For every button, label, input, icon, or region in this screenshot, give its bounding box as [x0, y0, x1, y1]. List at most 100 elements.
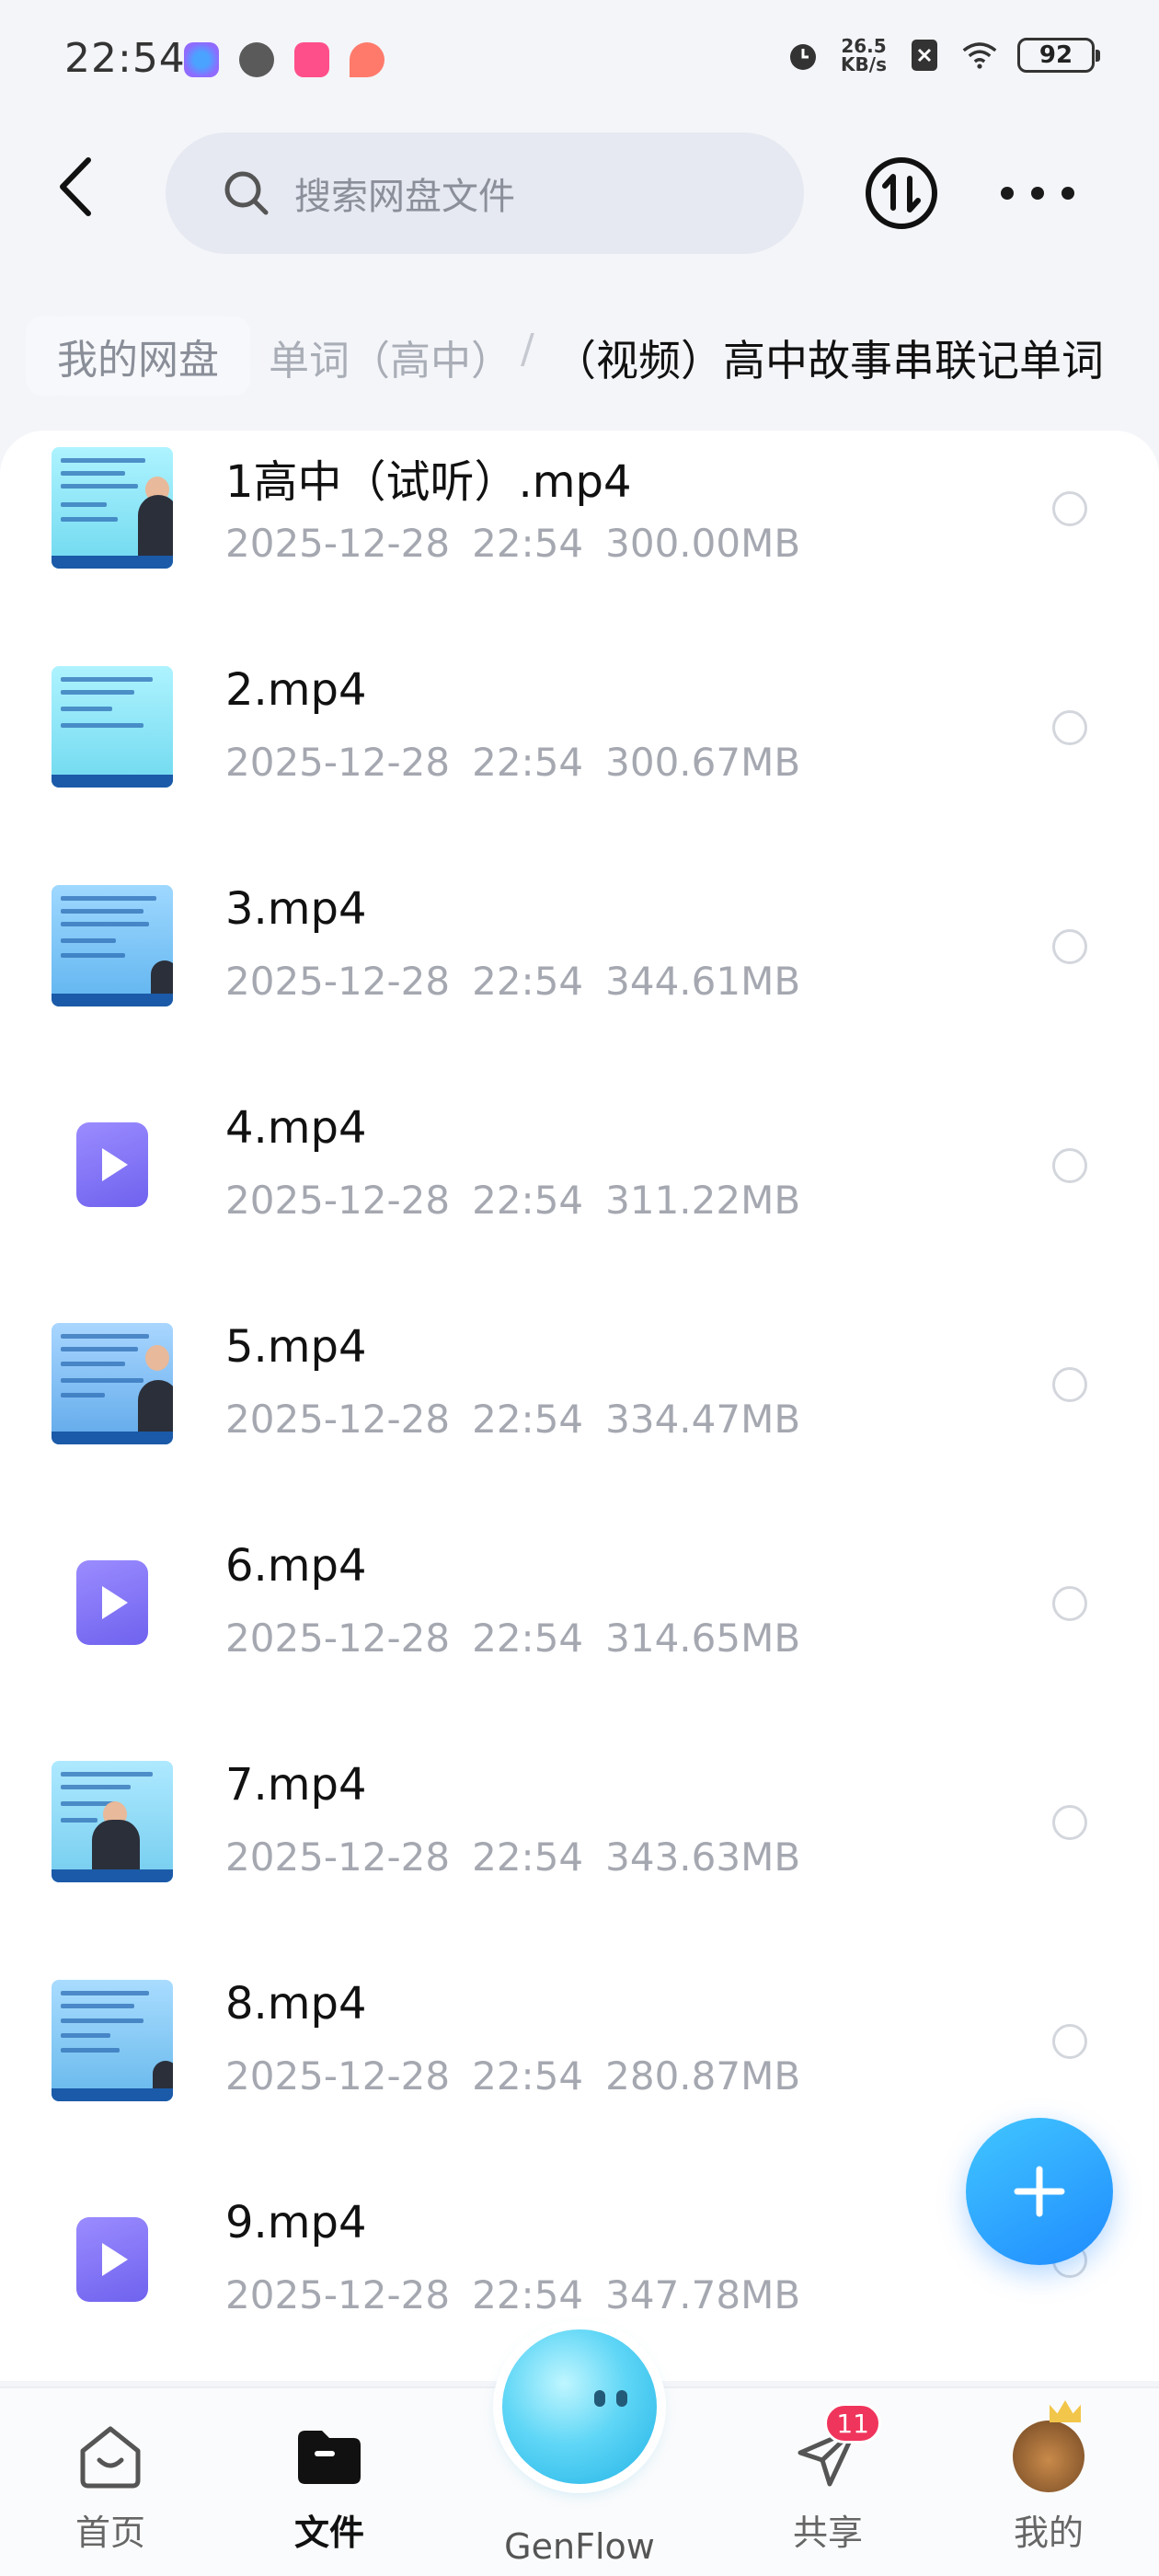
video-thumbnail [52, 447, 173, 569]
paper-plane-icon: 11 [791, 2403, 881, 2493]
video-thumbnail [52, 1980, 173, 2101]
select-checkbox[interactable] [1052, 710, 1087, 745]
top-bar: 搜索网盘文件 [0, 129, 1159, 258]
file-name: 5.mp4 [225, 1321, 367, 1373]
play-icon [102, 2243, 128, 2276]
bottom-nav: 首页 文件 GenFlow 11 共享 我的 [0, 2329, 1159, 2576]
file-time: 22:54 [472, 740, 584, 785]
file-meta: 2025-12-28 22:54 344.61MB [225, 959, 822, 1004]
file-name: 2.mp4 [225, 664, 367, 716]
home-icon [74, 2420, 147, 2493]
video-thumbnail [52, 885, 173, 1006]
nav-home-label: 首页 [75, 2513, 145, 2553]
nav-share[interactable]: 11 共享 [745, 2403, 911, 2555]
file-row[interactable]: 1高中（试听）.mp4 2025-12-28 22:54 300.00MB [0, 438, 1159, 657]
transfer-button[interactable] [863, 155, 940, 232]
file-meta: 2025-12-28 22:54 300.00MB [225, 521, 822, 566]
app-notification-icon [294, 42, 329, 77]
file-row[interactable]: 2.mp4 2025-12-28 22:54 300.67MB [0, 657, 1159, 876]
breadcrumb-root[interactable]: 我的网盘 [26, 316, 250, 396]
battery-level: 92 [1039, 41, 1073, 69]
video-thumbnail [52, 1323, 173, 1444]
file-name: 9.mp4 [225, 2197, 367, 2248]
share-badge: 11 [824, 2403, 881, 2444]
nav-files-label: 文件 [293, 2513, 364, 2553]
file-size: 300.67MB [605, 740, 801, 785]
file-size: 347.78MB [605, 2272, 801, 2317]
file-time: 22:54 [472, 959, 584, 1004]
file-name: 3.mp4 [225, 883, 367, 935]
back-button[interactable] [44, 155, 109, 219]
file-date: 2025-12-28 [225, 2053, 451, 2099]
more-options-button[interactable] [1001, 175, 1074, 212]
file-name: 4.mp4 [225, 1102, 367, 1154]
search-input[interactable]: 搜索网盘文件 [166, 132, 804, 254]
file-row[interactable]: 7.mp4 2025-12-28 22:54 343.63MB [0, 1752, 1159, 1971]
file-size: 311.22MB [605, 1178, 801, 1223]
net-speed-value: 26.5 [841, 35, 887, 57]
more-dot [1061, 187, 1074, 200]
play-icon [102, 1148, 128, 1181]
file-date: 2025-12-28 [225, 1178, 451, 1223]
orb-eye [616, 2390, 627, 2407]
alarm-icon [786, 38, 820, 73]
nav-home[interactable]: 首页 [28, 2420, 193, 2555]
video-thumbnail [52, 666, 173, 788]
file-size: 344.61MB [605, 959, 801, 1004]
network-speed: 26.5 KB/s [841, 37, 887, 74]
file-row[interactable]: 3.mp4 2025-12-28 22:54 344.61MB [0, 876, 1159, 1095]
select-checkbox[interactable] [1052, 929, 1087, 964]
map-pin-icon [350, 42, 384, 77]
file-size: 280.87MB [605, 2053, 801, 2099]
select-checkbox[interactable] [1052, 1367, 1087, 1402]
file-meta: 2025-12-28 22:54 334.47MB [225, 1397, 822, 1442]
crown-icon [1050, 2400, 1081, 2422]
file-meta: 2025-12-28 22:54 300.67MB [225, 740, 822, 785]
orb-eye [594, 2390, 605, 2407]
play-icon [102, 1586, 128, 1619]
folder-icon [293, 2420, 366, 2493]
status-time: 22:54 [64, 35, 186, 82]
file-date: 2025-12-28 [225, 2272, 451, 2317]
file-size: 334.47MB [605, 1397, 801, 1442]
status-bar: 22:54 26.5 KB/s 92 [0, 0, 1159, 120]
breadcrumb-parent[interactable]: 单词（高中） [269, 328, 511, 386]
file-list: 1高中（试听）.mp4 2025-12-28 22:54 300.00MB 2.mp… [0, 431, 1159, 2381]
file-name: 8.mp4 [225, 1978, 367, 2030]
file-row[interactable]: 4.mp4 2025-12-28 22:54 311.22MB [0, 1095, 1159, 1314]
nav-genflow-label[interactable]: GenFlow [488, 2526, 671, 2567]
no-sim-icon [907, 38, 942, 73]
select-checkbox[interactable] [1052, 1805, 1087, 1840]
chevron-left-icon [60, 157, 91, 216]
genflow-button[interactable] [502, 2329, 657, 2484]
file-row[interactable]: 5.mp4 2025-12-28 22:54 334.47MB [0, 1314, 1159, 1533]
file-date: 2025-12-28 [225, 740, 451, 785]
file-date: 2025-12-28 [225, 959, 451, 1004]
select-checkbox[interactable] [1052, 1148, 1087, 1183]
file-name: 7.mp4 [225, 1759, 367, 1811]
file-row[interactable]: 6.mp4 2025-12-28 22:54 314.65MB [0, 1533, 1159, 1752]
file-meta: 2025-12-28 22:54 343.63MB [225, 1834, 822, 1880]
nav-me[interactable]: 我的 [966, 2400, 1131, 2555]
status-right: 26.5 KB/s 92 [786, 37, 1100, 74]
file-size: 300.00MB [605, 521, 801, 566]
file-meta: 2025-12-28 22:54 347.78MB [225, 2272, 822, 2317]
select-checkbox[interactable] [1052, 2024, 1087, 2059]
file-time: 22:54 [472, 1834, 584, 1880]
file-date: 2025-12-28 [225, 1616, 451, 1661]
file-meta: 2025-12-28 22:54 280.87MB [225, 2053, 822, 2099]
avatar [1012, 2400, 1085, 2493]
nav-files[interactable]: 文件 [247, 2420, 412, 2555]
select-checkbox[interactable] [1052, 1586, 1087, 1621]
add-button[interactable] [966, 2118, 1113, 2265]
file-time: 22:54 [472, 2272, 584, 2317]
transfer-icon [866, 157, 937, 229]
file-time: 22:54 [472, 1616, 584, 1661]
select-checkbox[interactable] [1052, 491, 1087, 526]
wifi-icon [962, 38, 997, 73]
search-placeholder: 搜索网盘文件 [294, 176, 515, 218]
file-time: 22:54 [472, 521, 584, 566]
file-date: 2025-12-28 [225, 1397, 451, 1442]
file-date: 2025-12-28 [225, 521, 451, 566]
more-dot [1031, 187, 1044, 200]
